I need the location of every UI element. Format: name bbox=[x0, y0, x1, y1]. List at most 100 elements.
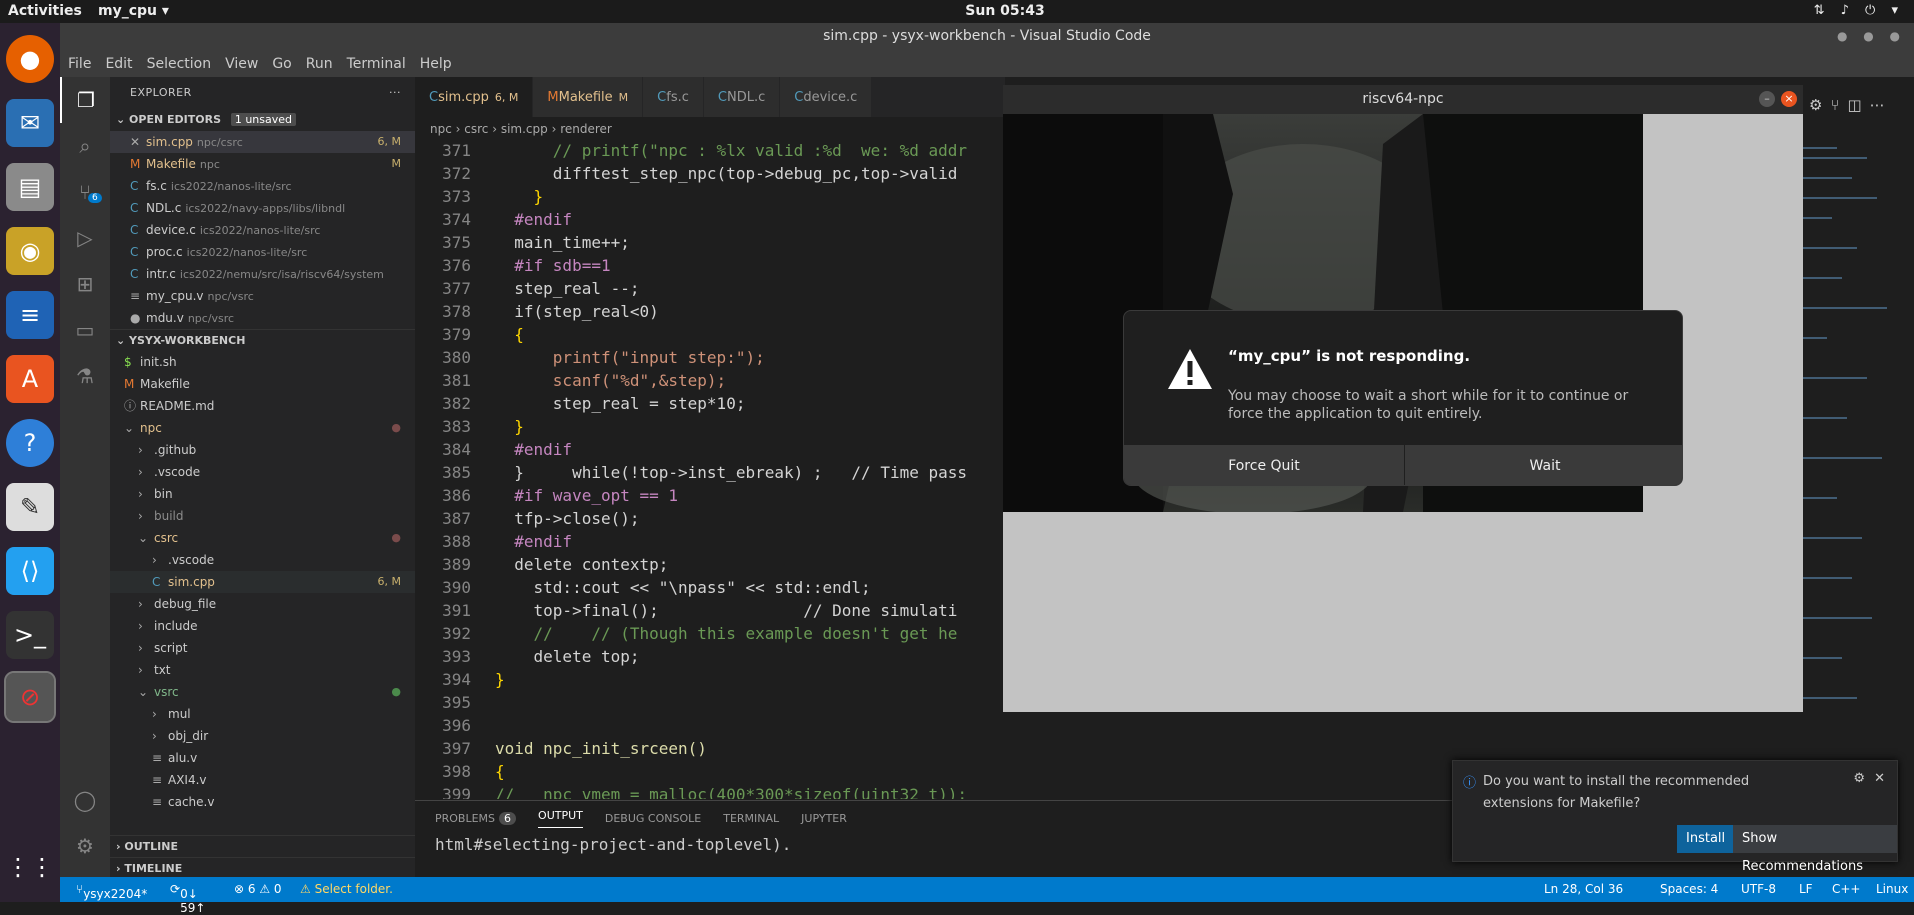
open-editor-item[interactable]: M Makefile npc M bbox=[110, 153, 415, 175]
open-editor-item[interactable]: ● mdu.v npc/vsrc bbox=[110, 307, 415, 329]
window-controls[interactable]: ● ● ● bbox=[1837, 29, 1906, 43]
open-editor-item[interactable]: Cfs.c ics2022/nanos-lite/src bbox=[110, 175, 415, 197]
workspace-section[interactable]: ⌄ YSYX-WORKBENCH bbox=[110, 329, 415, 351]
tab-makefile[interactable]: M Makefile M bbox=[533, 77, 644, 117]
indent-status[interactable]: Spaces: 4 bbox=[1660, 882, 1718, 896]
menu-run[interactable]: Run bbox=[306, 56, 333, 72]
remote-explorer-icon[interactable]: ▭ bbox=[60, 307, 110, 353]
timeline-section[interactable]: › TIMELINE bbox=[110, 857, 415, 879]
tab-debug-console[interactable]: DEBUG CONSOLE bbox=[605, 812, 701, 825]
manage-gear-icon[interactable]: ⚙ bbox=[60, 823, 110, 869]
run-debug-icon[interactable]: ▷ bbox=[60, 215, 110, 261]
force-quit-button[interactable]: Force Quit bbox=[1124, 445, 1404, 485]
os-status[interactable]: Linux bbox=[1876, 882, 1908, 896]
breadcrumb-file[interactable]: sim.cpp bbox=[501, 122, 548, 136]
tree-item[interactable]: M Makefile bbox=[110, 373, 415, 395]
tree-item[interactable]: ⓘ README.md bbox=[110, 395, 415, 417]
tree-item[interactable]: › debug_file bbox=[110, 593, 415, 615]
tree-item[interactable]: › .vscode bbox=[110, 461, 415, 483]
breadcrumb-npc[interactable]: npc bbox=[430, 122, 452, 136]
menu-go[interactable]: Go bbox=[272, 56, 291, 72]
tree-item[interactable]: › build bbox=[110, 505, 415, 527]
tree-item[interactable]: › script bbox=[110, 637, 415, 659]
show-recommendations-button[interactable]: Show Recommendations bbox=[1733, 825, 1897, 874]
tree-item[interactable]: › bin bbox=[110, 483, 415, 505]
show-apps-icon[interactable]: ⋮⋮ bbox=[6, 843, 54, 891]
branch-status[interactable]: ⑂ ysyx2204* bbox=[76, 882, 147, 901]
open-editor-item[interactable]: Cintr.c ics2022/nemu/src/isa/riscv64/syst… bbox=[110, 263, 415, 285]
select-folder-status[interactable]: ⚠ Select folder. bbox=[300, 882, 393, 896]
notification-close-icon[interactable]: ✕ bbox=[1874, 771, 1885, 786]
accounts-icon[interactable]: ◯ bbox=[60, 777, 110, 823]
menu-help[interactable]: Help bbox=[420, 56, 452, 72]
search-icon[interactable]: ⌕ bbox=[60, 123, 110, 169]
open-editors-section[interactable]: ⌄ OPEN EDITORS 1 unsaved bbox=[110, 109, 415, 131]
rhythmbox-icon[interactable]: ◉ bbox=[6, 227, 54, 275]
tree-item[interactable]: ⌄ csrc ● bbox=[110, 527, 415, 549]
tree-item[interactable]: $ init.sh bbox=[110, 351, 415, 373]
my-cpu-app-icon[interactable]: ⊘ bbox=[4, 671, 56, 723]
close-icon[interactable]: × bbox=[1781, 91, 1797, 107]
tree-item[interactable]: › obj_dir bbox=[110, 725, 415, 747]
open-editor-item[interactable]: Cdevice.c ics2022/nanos-lite/src bbox=[110, 219, 415, 241]
software-icon[interactable]: A bbox=[6, 355, 54, 403]
tree-item[interactable]: ≡ AXI4.v bbox=[110, 769, 415, 791]
tree-item[interactable]: › include bbox=[110, 615, 415, 637]
tab-jupyter[interactable]: JUPYTER bbox=[801, 812, 847, 825]
tab-output[interactable]: OUTPUT bbox=[538, 809, 583, 828]
minimize-icon[interactable]: – bbox=[1759, 91, 1775, 107]
open-editor-item[interactable]: Cproc.c ics2022/nanos-lite/src bbox=[110, 241, 415, 263]
tree-item[interactable]: ⌄ npc ● bbox=[110, 417, 415, 439]
thunderbird-icon[interactable]: ✉ bbox=[6, 99, 54, 147]
notification-gear-icon[interactable]: ⚙ bbox=[1853, 771, 1865, 786]
menu-file[interactable]: File bbox=[68, 56, 91, 72]
extensions-icon[interactable]: ⊞ bbox=[60, 261, 110, 307]
activities-button[interactable]: Activities bbox=[8, 3, 82, 19]
tree-item[interactable]: ⌄ vsrc ● bbox=[110, 681, 415, 703]
outline-section[interactable]: › OUTLINE bbox=[110, 835, 415, 857]
source-control-icon[interactable]: ⑂ 6 bbox=[60, 169, 110, 215]
tab-problems[interactable]: PROBLEMS 6 bbox=[435, 811, 517, 825]
tree-item[interactable]: › .vscode bbox=[110, 549, 415, 571]
breadcrumb-symbol[interactable]: renderer bbox=[560, 122, 612, 136]
breadcrumb-csrc[interactable]: csrc bbox=[464, 122, 488, 136]
install-button[interactable]: Install bbox=[1677, 825, 1735, 853]
tab-device-c[interactable]: C device.c bbox=[780, 77, 873, 117]
sync-status[interactable]: ⟳ 0↓ 59↑ bbox=[170, 882, 205, 915]
tree-item[interactable]: ≡ cache.v bbox=[110, 791, 415, 813]
tree-item[interactable]: › mul bbox=[110, 703, 415, 725]
language-status[interactable]: C++ bbox=[1832, 882, 1861, 896]
app-menu[interactable]: my_cpu ▾ bbox=[98, 3, 169, 19]
cursor-position[interactable]: Ln 28, Col 36 bbox=[1544, 882, 1623, 896]
problems-status[interactable]: ⊗ 6 ⚠ 0 bbox=[234, 882, 282, 896]
tree-item[interactable]: › .github bbox=[110, 439, 415, 461]
open-editor-item[interactable]: ≡ my_cpu.v npc/vsrc bbox=[110, 285, 415, 307]
tab-ndl-c[interactable]: C NDL.c bbox=[703, 77, 781, 117]
system-tray[interactable]: ⇅ ♪ ⏻ ▾ bbox=[1814, 3, 1904, 18]
tab-sim-cpp[interactable]: C sim.cpp 6, M bbox=[415, 77, 534, 117]
vscode-icon[interactable]: ⟨⟩ bbox=[6, 547, 54, 595]
menu-terminal[interactable]: Terminal bbox=[347, 56, 406, 72]
menu-selection[interactable]: Selection bbox=[147, 56, 212, 72]
tab-terminal[interactable]: TERMINAL bbox=[723, 812, 779, 825]
explorer-icon[interactable]: ❐ bbox=[60, 77, 110, 123]
writer-icon[interactable]: ≡ bbox=[6, 291, 54, 339]
eol-status[interactable]: LF bbox=[1799, 882, 1813, 896]
open-editor-item[interactable]: C NDL.c ics2022/navy-apps/libs/libndl bbox=[110, 197, 415, 219]
clock[interactable]: Sun 05:43 bbox=[950, 3, 1060, 19]
firefox-icon[interactable]: ● bbox=[6, 35, 54, 83]
tree-item[interactable]: ≡ alu.v bbox=[110, 747, 415, 769]
menu-view[interactable]: View bbox=[225, 56, 258, 72]
terminal-icon[interactable]: >_ bbox=[6, 611, 54, 659]
tree-item[interactable]: Csim.cpp 6, M bbox=[110, 571, 415, 593]
tree-item[interactable]: › txt bbox=[110, 659, 415, 681]
help-icon[interactable]: ? bbox=[6, 419, 54, 467]
wait-button[interactable]: Wait bbox=[1405, 445, 1682, 485]
riscv-window-title[interactable]: riscv64-npc bbox=[1003, 85, 1803, 114]
tab-fs-c[interactable]: C fs.c bbox=[643, 77, 704, 117]
code-editor[interactable]: 371 // printf("npc : %lx valid :%d we: %… bbox=[415, 139, 1005, 799]
files-icon[interactable]: ▤ bbox=[6, 163, 54, 211]
open-editor-item[interactable]: ✕ sim.cpp npc/csrc 6, M bbox=[110, 131, 415, 153]
testing-icon[interactable]: ⚗ bbox=[60, 353, 110, 399]
more-actions-icon[interactable]: ··· bbox=[389, 86, 401, 99]
